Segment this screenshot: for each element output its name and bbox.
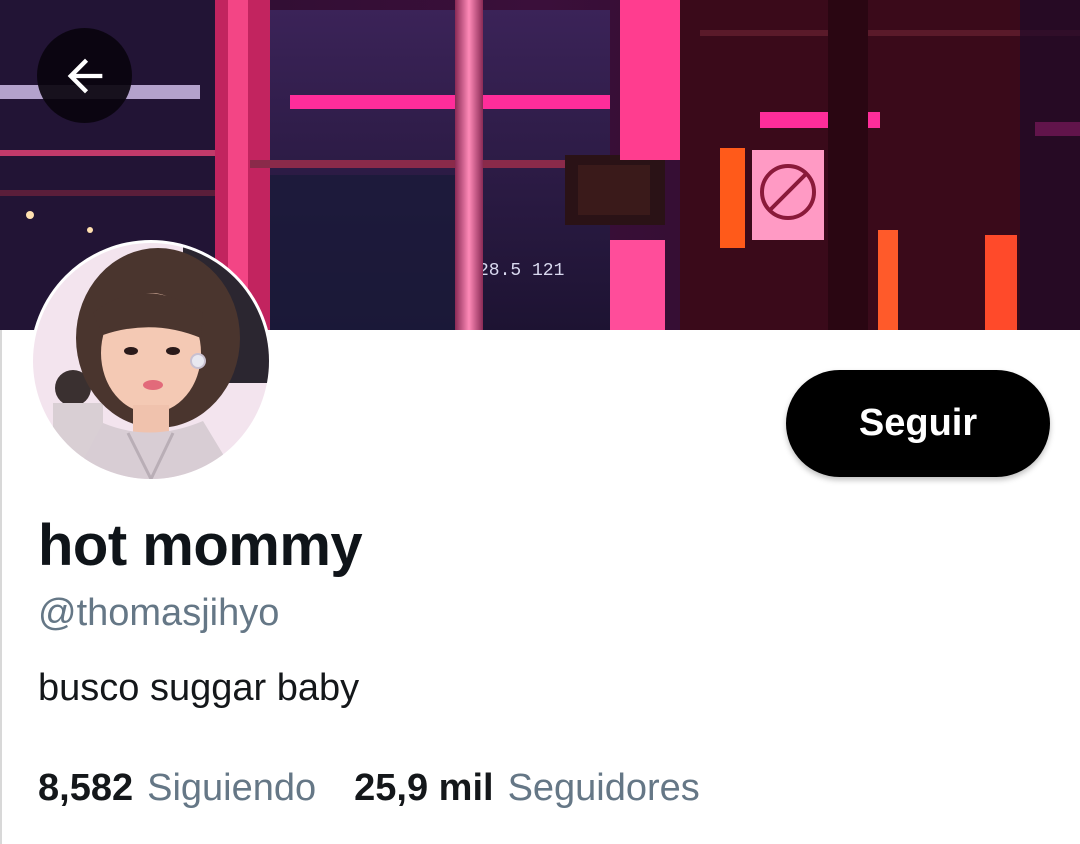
- back-button[interactable]: [37, 28, 132, 123]
- display-name: hot mommy: [38, 513, 363, 578]
- followers-count: 25,9 mil: [354, 767, 494, 809]
- following-stat[interactable]: 8,582 Siguiendo: [38, 767, 316, 810]
- followers-label: Seguidores: [507, 767, 700, 809]
- left-divider: [0, 330, 2, 844]
- followers-stat[interactable]: 25,9 mil Seguidores: [354, 767, 700, 810]
- username-handle: @thomasjihyo: [38, 592, 280, 634]
- profile-screen: 28.5 121 Seguir hot mommy @thomasjihyo b…: [0, 0, 1080, 844]
- follow-stats: 8,582 Siguiendo 25,9 mil Seguidores: [38, 767, 700, 810]
- following-count: 8,582: [38, 767, 134, 809]
- profile-bio: busco suggar baby: [38, 667, 360, 709]
- avatar-image: [33, 243, 269, 479]
- follow-button[interactable]: Seguir: [786, 370, 1050, 477]
- following-label: Siguiendo: [147, 767, 317, 809]
- banner-number-text: 28.5 121: [478, 261, 564, 281]
- arrow-left-icon: [67, 58, 102, 93]
- avatar[interactable]: [30, 240, 272, 482]
